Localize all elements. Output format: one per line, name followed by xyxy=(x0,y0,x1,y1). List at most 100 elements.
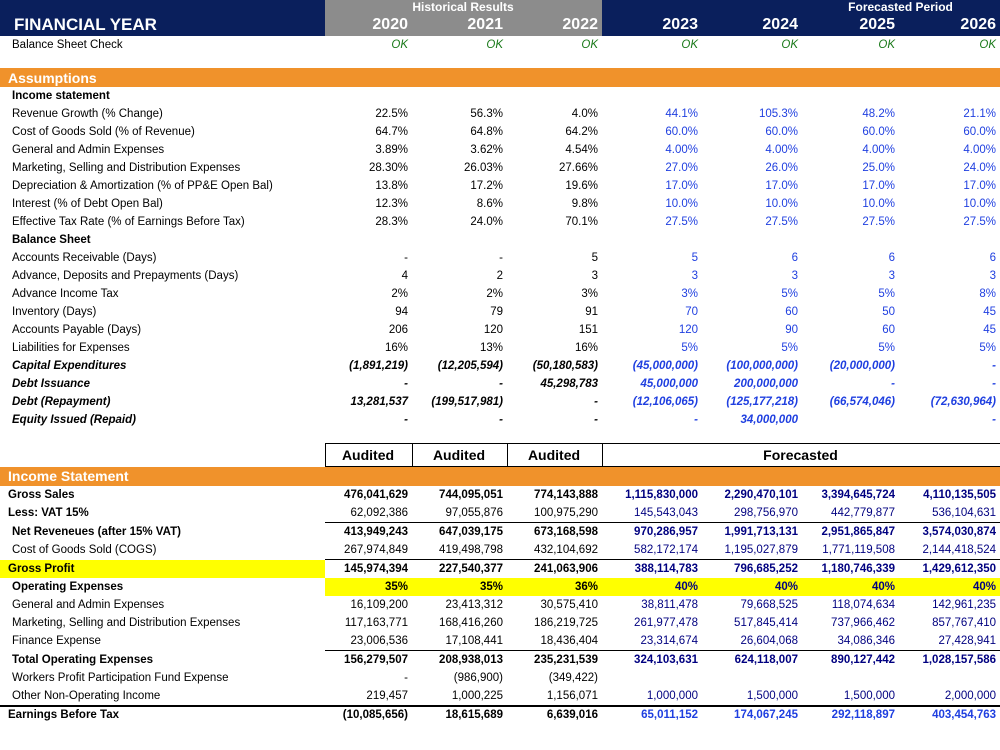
assumption-value[interactable]: 3% xyxy=(602,285,702,303)
income-value: 517,845,414 xyxy=(734,617,798,629)
assumption-value[interactable]: 10.0% xyxy=(602,195,702,213)
assumption-value[interactable]: 5% xyxy=(802,339,899,357)
assumption-value[interactable]: 4.00% xyxy=(802,141,899,159)
assumption-value[interactable]: 5% xyxy=(702,339,802,357)
assumption-value[interactable]: 5% xyxy=(602,339,702,357)
assumption-value[interactable]: 26.0% xyxy=(702,159,802,177)
assumption-value[interactable]: 10.0% xyxy=(702,195,802,213)
assumption-value: 56.3% xyxy=(470,108,503,120)
assumption-value[interactable]: 120 xyxy=(602,321,702,339)
assumption-value[interactable]: 27.5% xyxy=(602,213,702,231)
assumption-value[interactable]: (100,000,000) xyxy=(702,357,802,375)
assumption-value[interactable]: 6 xyxy=(802,249,899,267)
assumption-value[interactable]: 50 xyxy=(802,303,899,321)
income-value: 34,086,346 xyxy=(837,635,895,647)
assumption-value[interactable]: 4.00% xyxy=(702,141,802,159)
assumption-value[interactable]: (66,574,046) xyxy=(802,393,899,411)
section-fill xyxy=(602,68,702,87)
section-fill xyxy=(325,68,412,87)
assumption-value[interactable]: 6 xyxy=(899,249,1000,267)
assumption-value[interactable]: 200,000,000 xyxy=(702,375,802,393)
assumption-value[interactable]: 3 xyxy=(802,267,899,285)
assumption-value[interactable]: 60.0% xyxy=(802,123,899,141)
year-header-2023: 2023 xyxy=(602,14,702,36)
assumption-value[interactable]: 44.1% xyxy=(602,105,702,123)
assumption-value[interactable]: 45 xyxy=(899,321,1000,339)
assumption-value[interactable]: 5% xyxy=(802,285,899,303)
assumption-row: Capital Expenditures (1,891,219) (12,205,5… xyxy=(0,357,1000,375)
assumption-value[interactable]: 34,000,000 xyxy=(702,411,802,429)
assumption-value[interactable]: 17.0% xyxy=(899,177,1000,195)
assumption-value[interactable]: 24.0% xyxy=(899,159,1000,177)
assumption-value[interactable]: (20,000,000) xyxy=(802,357,899,375)
assumption-value[interactable]: 10.0% xyxy=(899,195,1000,213)
income-value: 40% xyxy=(602,578,702,596)
assumption-value[interactable]: - xyxy=(899,411,1000,429)
assumption-value[interactable]: (45,000,000) xyxy=(602,357,702,375)
assumption-value[interactable]: (72,630,964) xyxy=(899,393,1000,411)
assumption-value[interactable]: 70 xyxy=(602,303,702,321)
audited-label: Audited xyxy=(506,443,603,467)
income-value xyxy=(802,669,899,687)
income-value: 35% xyxy=(412,578,507,596)
assumption-value[interactable]: 3 xyxy=(702,267,802,285)
assumption-value[interactable]: 60.0% xyxy=(702,123,802,141)
assumption-value[interactable]: 27.5% xyxy=(702,213,802,231)
assumption-value[interactable]: 5% xyxy=(899,339,1000,357)
assumption-value[interactable]: 105.3% xyxy=(702,105,802,123)
assumption-label: Depreciation & Amortization (% of PP&E O… xyxy=(12,180,273,192)
assumption-value[interactable]: 45 xyxy=(899,303,1000,321)
assumption-value[interactable]: 60 xyxy=(702,303,802,321)
assumption-value: 120 xyxy=(483,324,503,336)
assumption-row: Liabilities for Expenses 16% 13% 16% 5% 5% 5% 5… xyxy=(0,339,1000,357)
assumption-value[interactable]: 21.1% xyxy=(899,105,1000,123)
assumption-label: Effective Tax Rate (% of Earnings Before… xyxy=(12,216,245,228)
header-band-years: FINANCIAL YEAR 2020 2021 2022 2023 2024 2025 20… xyxy=(0,14,1000,36)
assumption-value: (50,180,583) xyxy=(532,360,598,372)
income-value: 1,000,225 xyxy=(451,690,503,702)
assumption-value[interactable]: - xyxy=(602,411,702,429)
assumption-value[interactable]: - xyxy=(802,375,899,393)
assumption-value[interactable]: 5 xyxy=(602,249,702,267)
assumption-value[interactable]: 5% xyxy=(702,285,802,303)
total-opex-label: Total Operating Expenses xyxy=(12,653,154,666)
assumption-value[interactable] xyxy=(802,411,899,429)
income-value: - xyxy=(404,672,408,684)
assumption-value[interactable]: 27.0% xyxy=(602,159,702,177)
year-header-2024: 2024 xyxy=(702,14,802,36)
assumption-value[interactable]: - xyxy=(899,375,1000,393)
assumption-value[interactable]: 60 xyxy=(802,321,899,339)
net-revenue-row: Net Reveneues (after 15% VAT) 413,949,243… xyxy=(0,522,1000,541)
assumption-value[interactable]: 10.0% xyxy=(802,195,899,213)
assumption-value: 45,298,783 xyxy=(540,378,598,390)
assumption-value[interactable]: 60.0% xyxy=(602,123,702,141)
assumption-value: 19.6% xyxy=(565,180,598,192)
assumption-value[interactable]: - xyxy=(899,357,1000,375)
assumption-row: Effective Tax Rate (% of Earnings Before… xyxy=(0,213,1000,231)
assumption-value[interactable]: 90 xyxy=(702,321,802,339)
income-value: 145,974,394 xyxy=(325,559,412,578)
assumption-value[interactable]: 48.2% xyxy=(802,105,899,123)
assumption-value[interactable]: 3 xyxy=(899,267,1000,285)
assumption-value[interactable]: 8% xyxy=(899,285,1000,303)
assumption-value[interactable]: 17.0% xyxy=(602,177,702,195)
assumption-value[interactable]: 25.0% xyxy=(802,159,899,177)
assumption-value[interactable]: 27.5% xyxy=(899,213,1000,231)
assumption-value: 2% xyxy=(486,288,503,300)
assumption-value[interactable]: 17.0% xyxy=(702,177,802,195)
assumption-value[interactable]: 6 xyxy=(702,249,802,267)
income-value: 3,574,030,874 xyxy=(899,522,1000,541)
assumption-value[interactable]: 4.00% xyxy=(602,141,702,159)
income-value: 2,144,418,524 xyxy=(922,544,997,556)
assumption-value[interactable]: 17.0% xyxy=(802,177,899,195)
assumption-value[interactable]: (12,106,065) xyxy=(602,393,702,411)
assumption-value[interactable]: (125,177,218) xyxy=(702,393,802,411)
assumption-value[interactable]: 27.5% xyxy=(802,213,899,231)
assumption-value[interactable]: 4.00% xyxy=(899,141,1000,159)
income-value: 65,011,152 xyxy=(602,705,702,723)
assumption-value[interactable]: 45,000,000 xyxy=(602,375,702,393)
income-value: 1,115,830,000 xyxy=(625,489,698,501)
assumption-value[interactable]: 3 xyxy=(602,267,702,285)
assumption-label: Interest (% of Debt Open Bal) xyxy=(12,198,163,210)
assumption-value[interactable]: 60.0% xyxy=(899,123,1000,141)
